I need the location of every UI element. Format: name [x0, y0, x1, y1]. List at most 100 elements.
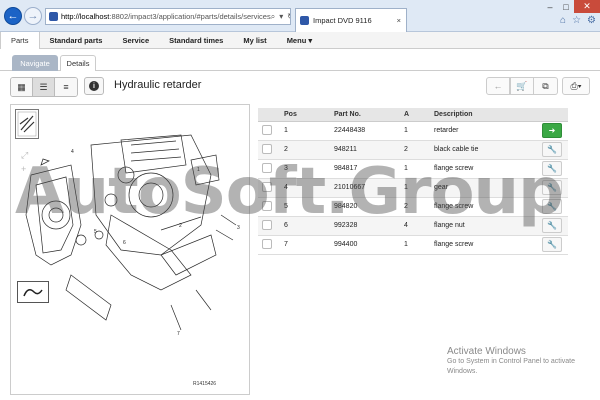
sub-tabs: Navigate Details: [0, 49, 600, 71]
menu-my-list[interactable]: My list: [233, 32, 276, 49]
wrench-icon[interactable]: 🔧: [542, 180, 562, 195]
view-toggle-group: ▦ ☰ ≡: [10, 77, 78, 97]
col-a: A: [400, 108, 430, 122]
col-part-no: Part No.: [330, 108, 400, 122]
quantity-cell: 1: [400, 121, 430, 141]
callout-3: 3: [237, 225, 240, 231]
pos-cell: 6: [280, 216, 330, 236]
row-checkbox[interactable]: [262, 238, 272, 249]
info-button[interactable]: i: [84, 77, 104, 95]
parts-table: Pos Part No. A Description 1 22448438 1 ret…: [258, 108, 568, 255]
exploded-diagram: 1 2 3 4 5 6 7: [25, 134, 240, 337]
part-no-cell: 22448438: [330, 121, 400, 141]
arrow-right-icon: →: [27, 10, 39, 22]
url-field[interactable]: http://localhost:8802/impact3/applicatio…: [45, 8, 291, 25]
info-icon: i: [89, 81, 99, 91]
col-description: Description: [430, 108, 538, 122]
wrench-icon[interactable]: 🔧: [542, 142, 562, 157]
url-path: :8802/impact3/application/#parts/details…: [109, 12, 271, 21]
tab-details[interactable]: Details: [60, 55, 96, 71]
quantity-cell: 1: [400, 178, 430, 198]
list-view-icon[interactable]: ☰: [33, 78, 55, 96]
dropdown-icon[interactable]: ▾: [279, 12, 283, 22]
main-menu: Parts Standard parts Service Standard ti…: [0, 31, 600, 49]
toolbar: ▦ ☰ ≡ i Hydraulic retarder ← 🛒 ⧉ ⎙▾: [0, 73, 600, 99]
add-to-list-arrow-icon[interactable]: ➜: [542, 123, 562, 138]
tab-favicon-icon: [300, 16, 309, 25]
quantity-cell: 1: [400, 235, 430, 255]
minimize-button[interactable]: –: [542, 0, 558, 13]
activate-line: Go to System in Control Panel to activat…: [447, 358, 576, 375]
arrow-left-icon: ←: [7, 10, 19, 22]
description-cell: flange screw: [430, 197, 538, 217]
wrench-icon[interactable]: 🔧: [542, 218, 562, 233]
url-host: http://localhost: [61, 12, 110, 21]
back-button[interactable]: ←: [4, 7, 22, 25]
search-icon[interactable]: ⌕: [271, 12, 275, 22]
menu-dropdown[interactable]: Menu ▾: [277, 32, 322, 49]
description-cell: black cable tie: [430, 140, 538, 160]
col-pos: Pos: [280, 108, 330, 122]
row-checkbox[interactable]: [262, 219, 272, 230]
page-title: Hydraulic retarder: [114, 79, 202, 91]
table-row[interactable]: 3 984817 1 flange screw 🔧: [258, 159, 568, 179]
table-row[interactable]: 7 994400 1 flange screw 🔧: [258, 235, 568, 255]
row-checkbox[interactable]: [262, 200, 272, 211]
menu-standard-parts[interactable]: Standard parts: [40, 32, 113, 49]
print-button[interactable]: ⎙▾: [562, 77, 590, 95]
callout-2: 2: [179, 223, 182, 229]
callout-1: 1: [197, 167, 200, 173]
pos-cell: 4: [280, 178, 330, 198]
refresh-icon[interactable]: ↻: [287, 12, 290, 22]
pos-cell: 3: [280, 159, 330, 179]
copy-button[interactable]: ⧉: [534, 77, 558, 95]
quantity-cell: 4: [400, 216, 430, 236]
pos-cell: 2: [280, 140, 330, 160]
row-checkbox[interactable]: [262, 181, 272, 192]
description-cell: gear: [430, 178, 538, 198]
col-select: [258, 108, 280, 122]
exploded-view-panel[interactable]: ⤢ + 1 2 3 4 5 6 7 R1415426: [10, 104, 250, 395]
wrench-icon[interactable]: 🔧: [542, 199, 562, 214]
cart-button[interactable]: 🛒: [510, 77, 534, 95]
part-no-cell: 948211: [330, 140, 400, 160]
callout-7: 7: [177, 331, 180, 337]
row-checkbox[interactable]: [262, 124, 272, 135]
maximize-button[interactable]: □: [558, 0, 574, 13]
table-row[interactable]: 1 22448438 1 retarder ➜: [258, 121, 568, 141]
part-no-cell: 994400: [330, 235, 400, 255]
menu-service[interactable]: Service: [112, 32, 159, 49]
home-icon[interactable]: ⌂: [560, 15, 566, 26]
wrench-icon[interactable]: 🔧: [542, 161, 562, 176]
window-controls: – □ ✕: [542, 0, 600, 13]
favorites-icon[interactable]: ☆: [572, 15, 581, 26]
quantity-cell: 2: [400, 140, 430, 160]
menu-standard-times[interactable]: Standard times: [159, 32, 233, 49]
callout-4: 4: [71, 149, 74, 155]
table-view-icon[interactable]: ≡: [55, 78, 77, 96]
menu-parts[interactable]: Parts: [0, 31, 40, 49]
tab-navigate[interactable]: Navigate: [12, 55, 58, 71]
wrench-icon[interactable]: 🔧: [542, 237, 562, 252]
table-row[interactable]: 4 21010667 1 gear 🔧: [258, 178, 568, 198]
activate-windows-notice: Activate Windows Go to System in Control…: [447, 346, 597, 377]
quantity-cell: 1: [400, 159, 430, 179]
table-row[interactable]: 2 948211 2 black cable tie 🔧: [258, 140, 568, 160]
back-arrow-button[interactable]: ←: [486, 77, 510, 95]
grid-view-icon[interactable]: ▦: [11, 78, 33, 96]
row-checkbox[interactable]: [262, 162, 272, 173]
close-window-button[interactable]: ✕: [574, 0, 600, 13]
parts-table-container: Pos Part No. A Description 1 22448438 1 ret…: [258, 108, 568, 255]
settings-gear-icon[interactable]: ⚙: [587, 15, 596, 26]
table-row[interactable]: 5 984820 2 flange screw 🔧: [258, 197, 568, 217]
site-favicon-icon: [49, 12, 58, 21]
forward-button[interactable]: →: [24, 7, 42, 25]
description-cell: flange screw: [430, 159, 538, 179]
row-checkbox[interactable]: [262, 143, 272, 154]
pos-cell: 5: [280, 197, 330, 217]
close-tab-icon[interactable]: ×: [397, 16, 401, 25]
description-cell: retarder: [430, 121, 538, 141]
part-no-cell: 992328: [330, 216, 400, 236]
table-row[interactable]: 6 992328 4 flange nut 🔧: [258, 216, 568, 236]
browser-tab[interactable]: Impact DVD 9116 ×: [295, 8, 407, 32]
